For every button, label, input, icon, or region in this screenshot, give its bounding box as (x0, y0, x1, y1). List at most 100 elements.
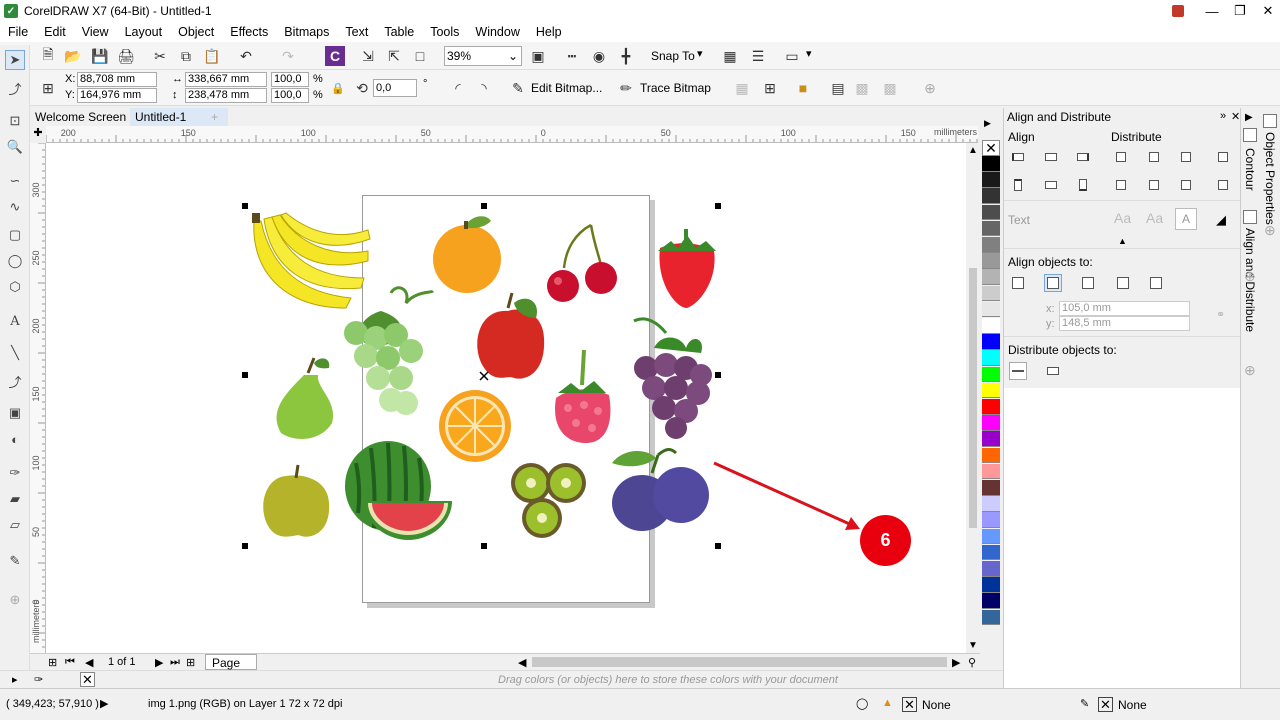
fill-none-swatch-icon[interactable]: ✕ (902, 697, 917, 712)
snap-to-button[interactable]: Snap To (651, 49, 695, 63)
horizontal-scroll-thumb[interactable] (532, 657, 947, 667)
scroll-down-icon[interactable]: ▼ (968, 640, 978, 651)
color-swatch[interactable] (982, 350, 1000, 366)
color-swatch[interactable] (982, 593, 1000, 609)
outline-pen-tool-icon[interactable]: ✎ (5, 551, 25, 571)
color-swatch[interactable] (982, 366, 1000, 383)
add-tab-icon[interactable]: ⊕ (1244, 362, 1256, 379)
polygon-tool-icon[interactable]: ⬡ (5, 277, 25, 297)
width-input[interactable]: 338,667 mm (185, 72, 267, 87)
add-tab-icon[interactable]: ⊕ (1264, 222, 1276, 239)
color-swatch[interactable] (982, 447, 1000, 464)
align-to-specified-point-icon[interactable] (1147, 274, 1165, 292)
chevron-down-icon[interactable]: ▾ (697, 47, 703, 60)
lock-ratio-icon[interactable]: 🔒 (328, 78, 348, 98)
ellipse-tool-icon[interactable]: ◯ (5, 251, 25, 271)
distribute-right-icon[interactable] (1214, 148, 1232, 166)
status-play-icon[interactable]: ▶ (100, 697, 108, 710)
next-page-icon[interactable]: ▶ (155, 656, 163, 669)
align-center-vertical-icon[interactable] (1042, 176, 1060, 194)
align-right-icon[interactable] (1074, 148, 1092, 166)
drawing-canvas[interactable]: 6 (46, 143, 966, 653)
distribute-center-icon[interactable] (1145, 148, 1163, 166)
export-icon[interactable]: ⇱ (384, 46, 404, 66)
distribute-vertical-spacing-icon[interactable] (1177, 176, 1195, 194)
color-swatch[interactable] (982, 463, 1000, 480)
menu-effects[interactable]: Effects (222, 25, 276, 39)
align-to-active-objects-icon[interactable] (1009, 274, 1027, 292)
menu-window[interactable]: Window (467, 25, 527, 39)
scroll-right-icon[interactable]: ▶ (952, 656, 960, 669)
scroll-thumb[interactable] (969, 268, 977, 528)
menu-edit[interactable]: Edit (36, 25, 74, 39)
first-page-icon[interactable]: ⏮ (65, 656, 75, 669)
shape-tool-icon[interactable]: ⤴ (5, 78, 25, 98)
distribute-to-selection-icon[interactable] (1009, 362, 1027, 380)
link-icon[interactable]: ⚭ (1216, 308, 1225, 321)
docker-collapse-icon[interactable]: » (1220, 110, 1226, 122)
color-swatch[interactable] (982, 253, 1000, 269)
welcome-screen-icon[interactable]: ▭ (782, 46, 802, 66)
text-align-last-baseline-icon[interactable]: Aa (1146, 210, 1163, 226)
cut-icon[interactable]: ✂ (150, 46, 170, 66)
outline-none-swatch-icon[interactable]: ✕ (1098, 697, 1113, 712)
x-position-input[interactable]: 88,708 mm (77, 72, 157, 87)
distribute-left-icon[interactable] (1112, 148, 1130, 166)
zoom-level-select[interactable]: 39% ⌄ (444, 46, 522, 66)
color-swatch[interactable] (982, 172, 1000, 188)
align-bottom-icon[interactable] (1074, 176, 1092, 194)
distribute-to-page-icon[interactable] (1044, 362, 1062, 380)
pick-tool-icon[interactable]: ➤ (5, 50, 25, 70)
align-to-page-edge-icon[interactable] (1044, 274, 1062, 292)
height-input[interactable]: 238,478 mm (185, 88, 267, 103)
smart-fill-tool-icon[interactable]: ▱ (5, 515, 25, 535)
save-icon[interactable]: 💾 (90, 46, 110, 66)
close-button[interactable]: ✕ (1253, 0, 1280, 22)
distribute-spacing-icon[interactable] (1177, 148, 1195, 166)
color-swatch[interactable] (982, 528, 1000, 545)
color-swatch[interactable] (982, 285, 1000, 302)
vertical-scrollbar[interactable]: ▲ ▼ (966, 143, 980, 653)
zoom-tool-icon[interactable]: 🔍 (5, 137, 25, 157)
add-plus-icon[interactable]: ⊕ (920, 78, 940, 98)
color-swatch[interactable] (982, 301, 1000, 318)
last-page-icon[interactable]: ⏭ (170, 656, 180, 669)
new-tab-plus-icon[interactable]: + (206, 108, 223, 126)
add-page-before-icon[interactable]: ⊞ (48, 656, 57, 669)
color-eyedropper-tool-icon[interactable]: ✑ (5, 463, 25, 483)
freehand-tool-icon[interactable]: ∽ (5, 171, 25, 191)
page-1-tab[interactable]: Page 1 (205, 654, 257, 684)
outline-box-icon[interactable]: ◢ (1216, 212, 1226, 228)
distribute-middle-icon[interactable] (1145, 176, 1163, 194)
add-page-after-icon[interactable]: ⊞ (186, 656, 195, 669)
color-swatch[interactable] (982, 480, 1000, 496)
trace-bitmap-button[interactable]: Trace Bitmap (640, 81, 711, 95)
show-guidelines-icon[interactable]: ╋ (616, 46, 636, 66)
artistic-media-tool-icon[interactable]: ∿ (5, 197, 25, 217)
horizontal-ruler[interactable]: 20015010050050100150200250300350millimet… (46, 126, 978, 143)
menu-tools[interactable]: Tools (422, 25, 467, 39)
align-to-grid-icon[interactable] (1114, 274, 1132, 292)
import-icon[interactable]: ⇲ (358, 46, 378, 66)
no-color-icon[interactable]: ✕ (80, 672, 95, 687)
object-origin-icon[interactable]: ⊞ (38, 78, 58, 98)
parallel-dimension-tool-icon[interactable]: ╲ (5, 343, 25, 363)
color-swatch[interactable] (982, 318, 1000, 334)
rotation-angle-input[interactable]: 0,0 (373, 79, 417, 97)
color-swatch[interactable] (982, 431, 1000, 447)
ruler-origin-icon[interactable]: ✚ (30, 126, 46, 143)
align-center-horizontal-icon[interactable] (1042, 148, 1060, 166)
menu-help[interactable]: Help (528, 25, 570, 39)
docker-close-icon[interactable]: ✕ (1231, 110, 1240, 123)
color-swatch[interactable] (982, 237, 1000, 253)
scroll-up-icon[interactable]: ▲ (968, 145, 978, 156)
add-tab-icon[interactable]: ⊕ (1244, 268, 1256, 285)
transparency-tool-icon[interactable]: ◐ (5, 429, 25, 449)
color-swatch[interactable] (982, 561, 1000, 577)
connector-tool-icon[interactable]: ⤴ (5, 371, 25, 391)
text-tool-icon[interactable]: A (5, 311, 25, 331)
undo-icon[interactable]: ↶ (236, 46, 256, 66)
application-launcher-icon[interactable]: ☰ (748, 46, 768, 66)
full-screen-preview-icon[interactable]: ▣ (528, 46, 548, 66)
color-swatch[interactable] (982, 399, 1000, 415)
